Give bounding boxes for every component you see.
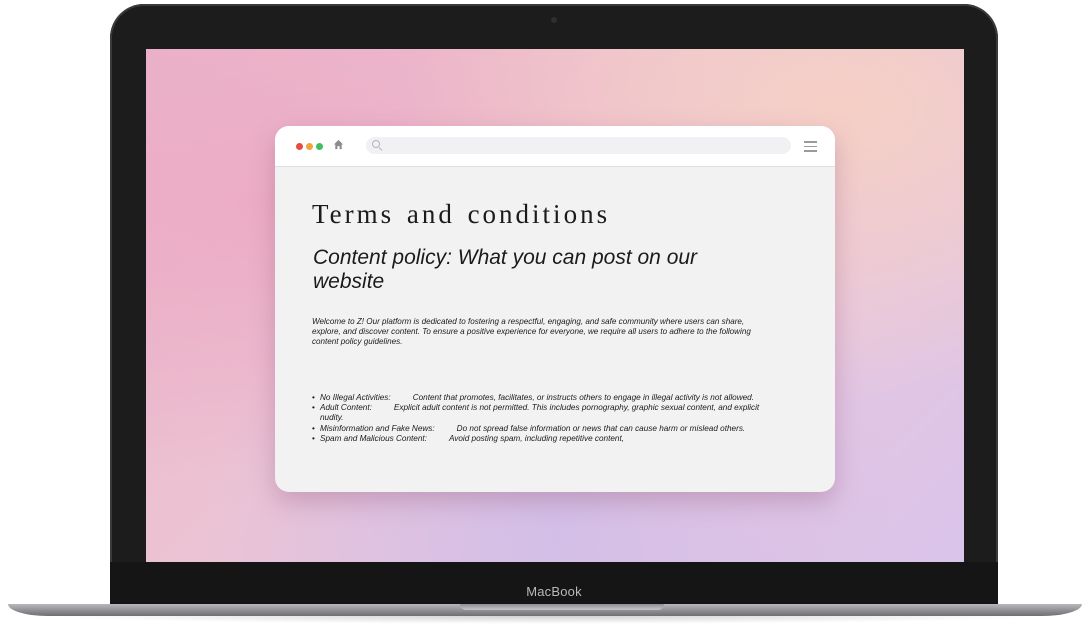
intro-paragraph: Welcome to Z! Our platform is dedicated … xyxy=(312,317,751,347)
home-icon[interactable] xyxy=(331,138,345,152)
list-item: Misinformation and Fake News: Do not spre… xyxy=(312,424,782,434)
minimize-window-icon[interactable] xyxy=(306,143,313,150)
menu-line xyxy=(804,150,817,152)
address-bar[interactable] xyxy=(366,137,791,154)
list-item: Adult Content:Explicit adult content is … xyxy=(312,403,782,423)
maximize-window-icon[interactable] xyxy=(316,143,323,150)
close-window-icon[interactable] xyxy=(296,143,303,150)
policy-list: No Illegal Activities: Content that promo… xyxy=(312,393,782,444)
laptop-notch xyxy=(460,604,664,610)
laptop-shadow xyxy=(40,616,1050,624)
brand-label: MacBook xyxy=(526,584,582,599)
policy-text: Do not spread false information or news … xyxy=(456,423,746,433)
menu-line xyxy=(804,141,817,143)
page-title: Terms and conditions xyxy=(312,199,611,229)
menu-line xyxy=(804,145,817,148)
laptop-base xyxy=(8,604,1082,616)
browser-toolbar xyxy=(275,126,835,167)
policy-term: Misinformation and Fake News: xyxy=(320,423,435,433)
policy-term: No Illegal Activities: xyxy=(320,393,391,402)
laptop-screen: Terms and conditions Content policy: Wha… xyxy=(146,49,964,562)
policy-term: Spam and Malicious Content: xyxy=(320,433,427,443)
search-icon xyxy=(372,140,380,148)
menu-icon[interactable] xyxy=(804,141,817,152)
policy-text: Avoid posting spam, including repetitive… xyxy=(448,433,625,443)
list-item: No Illegal Activities: Content that promo… xyxy=(312,393,782,403)
policy-text: Content that promotes, facilitates, or i… xyxy=(412,393,755,402)
page-subtitle: Content policy: What you can post on our… xyxy=(313,246,698,293)
policy-term: Adult Content: xyxy=(320,403,372,413)
laptop-lid: Terms and conditions Content policy: Wha… xyxy=(110,4,998,604)
policy-text: Explicit adult content is not permitted.… xyxy=(320,403,760,423)
browser-window: Terms and conditions Content policy: Wha… xyxy=(275,126,835,492)
camera-icon xyxy=(551,17,557,23)
list-item: Spam and Malicious Content: Avoid posting… xyxy=(312,434,782,444)
home-glyph xyxy=(333,139,343,150)
